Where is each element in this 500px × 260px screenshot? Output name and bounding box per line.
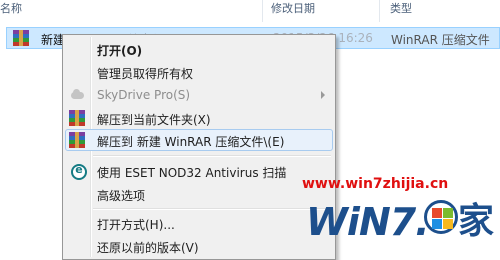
watermark-logo-text: WiN7. [306, 200, 430, 244]
context-menu: 打开(O) 管理员取得所有权 SkyDrive Pro(S) 解压到当前文件夹(… [62, 34, 336, 260]
watermark-url: www.win7zhijia.cn [302, 176, 449, 192]
menu-item-take-ownership[interactable]: 管理员取得所有权 [65, 61, 333, 83]
column-date-header[interactable]: 修改日期 [263, 0, 379, 22]
menu-item-extract-here[interactable]: 解压到当前文件夹(X) [65, 107, 333, 129]
menu-item-skydrive-pro[interactable]: SkyDrive Pro(S) [65, 84, 333, 106]
menu-item-eset-scan[interactable]: e 使用 ESET NOD32 Antivirus 扫描 [65, 160, 333, 182]
watermark-logo: WiN7. 家 [306, 196, 498, 248]
column-type-header[interactable]: 类型 [380, 0, 500, 22]
menu-item-open-with[interactable]: 打开方式(H)... [65, 212, 333, 234]
winrar-icon [69, 132, 85, 148]
winrar-archive-icon [13, 30, 29, 46]
windows-flag-icon [424, 200, 458, 234]
menu-separator [93, 155, 331, 157]
menu-item-restore-previous-versions[interactable]: 还原以前的版本(V) [65, 235, 333, 257]
submenu-arrow-icon [321, 91, 325, 99]
watermark-logo-char: 家 [458, 201, 495, 242]
menu-separator [93, 208, 331, 210]
menu-item-advanced-options[interactable]: 高级选项 [65, 183, 333, 205]
cloud-icon [69, 87, 85, 103]
eset-icon: e [69, 163, 87, 180]
column-header: 名称 修改日期 类型 [0, 0, 500, 22]
column-name-header[interactable]: 名称 [0, 0, 262, 22]
winrar-icon [69, 110, 85, 126]
menu-item-extract-to-folder[interactable]: 解压到 新建 WinRAR 压缩文件\(E) [65, 129, 333, 151]
menu-item-open[interactable]: 打开(O) [65, 38, 333, 60]
file-type: WinRAR 压缩文件 [391, 33, 490, 47]
